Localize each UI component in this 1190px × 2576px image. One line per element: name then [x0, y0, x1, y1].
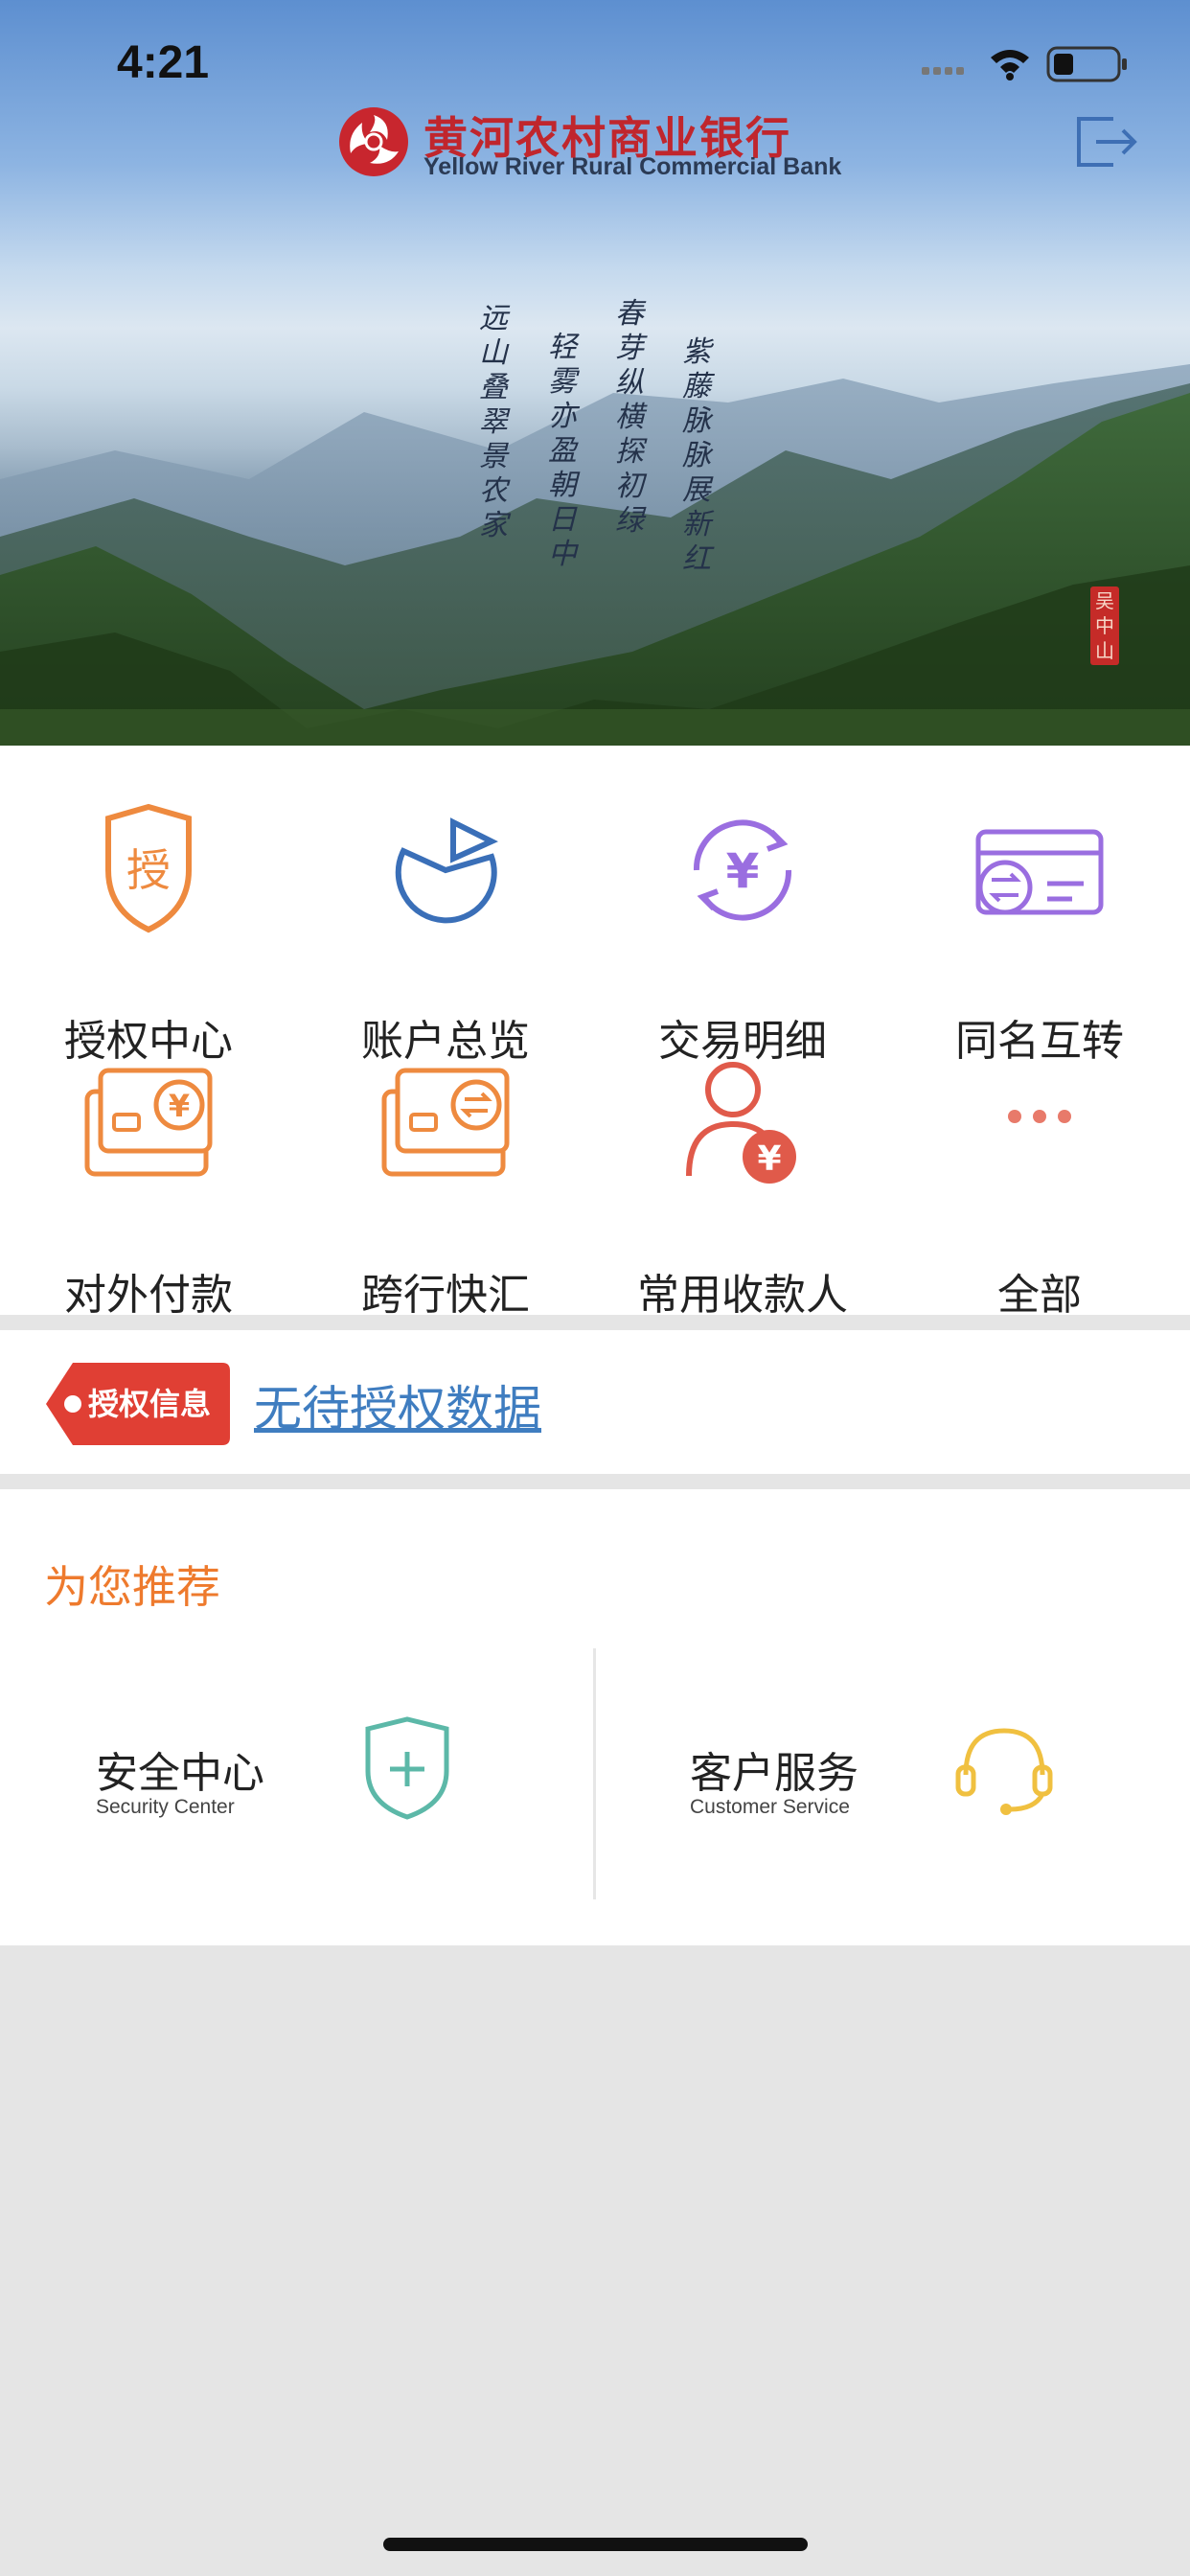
wifi-icon	[991, 50, 1029, 80]
card-subtitle: Customer Service	[690, 1796, 850, 1818]
menu-item-common-payee[interactable]: ¥ 常用收款人	[594, 1057, 891, 1320]
menu-item-label: 跨行快汇	[361, 1271, 530, 1320]
recommend-section: 为您推荐 安全中心 Security Center 客户服务 Customer …	[0, 1489, 1190, 1945]
battery-icon	[1046, 46, 1127, 82]
menu-item-interbank-remit[interactable]: 跨行快汇	[297, 1057, 594, 1320]
menu-item-label: 常用收款人	[637, 1271, 848, 1320]
poem-line-1: 远山叠翠景农家	[479, 302, 508, 542]
menu-item-same-name-transfer[interactable]: 同名互转	[891, 803, 1188, 1066]
authorization-info-bar: 授权信息 无待授权数据	[0, 1330, 1190, 1474]
security-shield-icon	[365, 1716, 449, 1820]
card-title: 客户服务	[690, 1749, 858, 1798]
svg-text:¥: ¥	[169, 1088, 190, 1124]
seal-stamp: 吴中山	[1090, 586, 1119, 665]
bank-emblem-icon	[339, 107, 408, 176]
svg-text:¥: ¥	[757, 1139, 781, 1179]
authorization-tag: 授权信息	[46, 1363, 230, 1445]
menu-item-account-overview[interactable]: 账户总览	[297, 803, 594, 1066]
card-exchange-icon	[381, 1068, 510, 1177]
pie-chart-icon	[395, 817, 498, 924]
status-indicators	[922, 46, 1127, 82]
headset-icon	[955, 1728, 1053, 1815]
card-title: 安全中心	[96, 1749, 264, 1798]
bank-logo: 黄河农村商业银行 Yellow River Rural Commercial B…	[335, 104, 853, 180]
more-icon	[1008, 1110, 1071, 1123]
menu-item-label: 对外付款	[64, 1271, 233, 1320]
card-transfer-icon	[975, 829, 1104, 915]
poem-line-4: 紫藤脉脉展新红	[682, 335, 711, 576]
home-indicator[interactable]	[383, 2538, 808, 2551]
authorization-status-link[interactable]: 无待授权数据	[254, 1370, 541, 1439]
authorization-shield-icon: 授	[105, 803, 192, 933]
menu-item-authorization[interactable]: 授 授权中心	[0, 803, 297, 1066]
menu-item-all[interactable]: 全部	[891, 1057, 1188, 1320]
menu-item-label: 全部	[997, 1271, 1082, 1320]
poem-line-3: 春芽纵横探初绿	[615, 297, 644, 538]
svg-text:¥: ¥	[726, 843, 760, 899]
poem-line-2: 轻雾亦盈朝日中	[548, 331, 577, 571]
customer-service-card[interactable]: 客户服务 Customer Service	[690, 1728, 1188, 1873]
function-grid: 授 授权中心 账户总览 ¥ 交易明细 同名互转 ¥ 对外付款 跨行快汇 ¥ 常用…	[0, 746, 1190, 1320]
card-yuan-icon: ¥	[84, 1068, 213, 1177]
menu-item-transaction-detail[interactable]: ¥ 交易明细	[594, 803, 891, 1066]
yuan-refresh-icon: ¥	[693, 819, 792, 921]
status-time: 4:21	[117, 37, 210, 88]
svg-text:授: 授	[126, 844, 171, 896]
payee-icon: ¥	[686, 1062, 796, 1184]
card-subtitle: Security Center	[96, 1796, 235, 1818]
bank-name-en: Yellow River Rural Commercial Bank	[423, 153, 842, 180]
menu-item-external-payment[interactable]: ¥ 对外付款	[0, 1057, 297, 1320]
cellular-signal-icon	[922, 67, 964, 75]
authorization-tag-label: 授权信息	[88, 1386, 212, 1422]
security-center-card[interactable]: 安全中心 Security Center	[96, 1716, 594, 1873]
logout-icon[interactable]	[1075, 113, 1140, 171]
hero-banner: 4:21 黄河农村商业银行 Yellow River Rural Commerc…	[0, 0, 1190, 746]
recommend-title: 为您推荐	[44, 1561, 220, 1613]
